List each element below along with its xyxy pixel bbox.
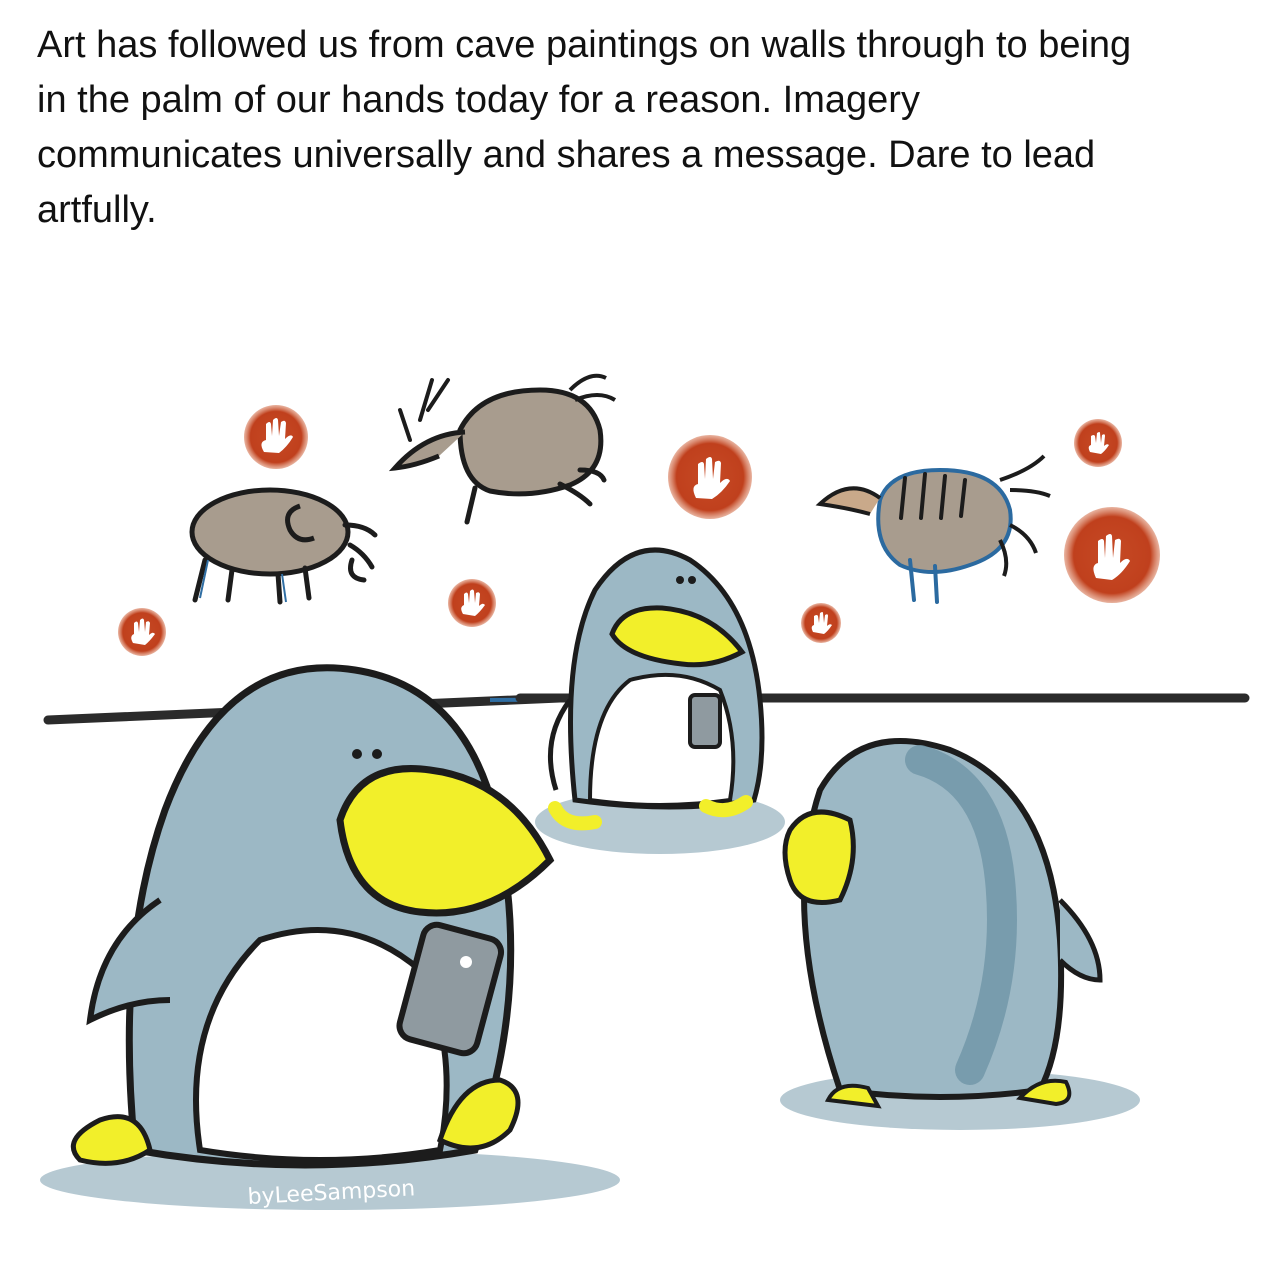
penguin-front-left <box>70 664 555 1169</box>
handprint-icon <box>448 579 496 627</box>
handprint-icon <box>668 435 752 519</box>
cave-bison-icon <box>189 487 378 605</box>
beak <box>336 765 555 917</box>
penguin-right <box>782 738 1103 1109</box>
handprint-icon <box>801 603 841 643</box>
eye <box>352 749 362 759</box>
handprint-icon <box>1074 419 1122 467</box>
handprint-icon <box>1064 507 1160 603</box>
cave-deer-icon <box>388 373 617 525</box>
cave-horse-icon <box>815 454 1051 604</box>
smartphone-icon <box>688 693 722 749</box>
cave-art-penguins-illustration: byLeeSampson <box>40 373 1250 1210</box>
penguin-middle <box>548 547 765 831</box>
handprint-icon <box>244 405 308 469</box>
eye <box>676 576 684 584</box>
handprint-icon <box>118 608 166 656</box>
